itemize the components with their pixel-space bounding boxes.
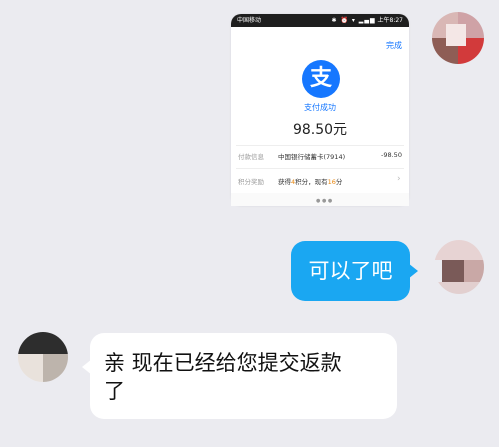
done-button: 完成: [386, 41, 402, 50]
divider: [236, 145, 404, 146]
avatar-pixel: [43, 354, 68, 382]
status-icons: ✱ ⏰ ▾ ▂▄▆: [331, 17, 376, 24]
sender-avatar[interactable]: [434, 240, 484, 294]
points-current: 16: [327, 178, 336, 186]
status-time: 上午8:27: [377, 17, 403, 24]
phone-status-bar: 中国移动 ✱ ⏰ ▾ ▂▄▆ 上午8:27: [231, 14, 409, 27]
payment-status: 支付成功: [304, 103, 336, 112]
outgoing-message-bubble[interactable]: 可以了吧: [291, 241, 418, 301]
incoming-message-line: 了: [104, 379, 125, 403]
avatar-pixel: [18, 354, 43, 382]
payment-deduction-value: -98.50: [381, 151, 402, 159]
payment-amount: 98.50元: [292, 122, 348, 138]
points-reward-value: 获得4积分，现有16分: [278, 176, 342, 186]
points-middle: 积分，现有: [295, 178, 328, 186]
payment-card-value: 中国银行储蓄卡(7914): [278, 153, 346, 161]
sender-avatar-top[interactable]: [432, 12, 484, 64]
points-reward-label: 积分奖励: [238, 178, 264, 186]
avatar-pixel: [18, 332, 68, 354]
divider: [236, 168, 404, 169]
avatar-pixel: [442, 260, 464, 282]
carrier-label: 中国移动: [237, 17, 262, 24]
alipay-icon: 支: [302, 60, 340, 98]
chevron-right-icon: ›: [397, 174, 401, 184]
payment-info-label: 付款信息: [238, 153, 264, 161]
incoming-message-bubble[interactable]: 亲 现在已经给您提交返款 了: [82, 333, 397, 419]
avatar-pixel: [446, 24, 466, 46]
points-prefix: 获得: [278, 178, 291, 186]
receiver-avatar[interactable]: [18, 332, 68, 382]
points-suffix: 分: [335, 178, 343, 186]
avatar-pixel: [434, 240, 484, 260]
avatar-pixel: [464, 260, 484, 282]
incoming-message-line: 亲 现在已经给您提交返款: [104, 351, 342, 375]
avatar-pixel: [434, 282, 484, 294]
nav-dots: ● ● ●: [316, 198, 333, 204]
